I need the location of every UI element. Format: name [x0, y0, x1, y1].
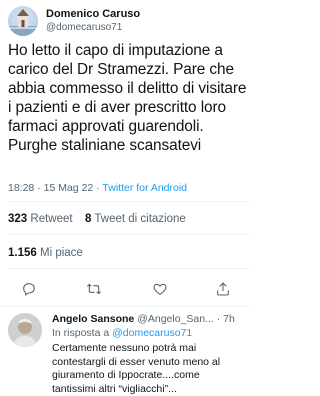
retweets-label: Retweet — [30, 213, 73, 225]
reply-author-handle[interactable]: @Angelo_San... — [137, 313, 214, 325]
like-icon — [153, 283, 167, 295]
divider — [8, 201, 250, 202]
retweet-icon — [86, 283, 102, 295]
reply-author-name[interactable]: Angelo Sansone — [52, 313, 134, 325]
quotes-label: Tweet di citazione — [94, 213, 186, 225]
divider — [8, 234, 250, 235]
tweet-actions — [0, 277, 250, 303]
meta-separator: · — [96, 182, 100, 194]
reply-header: Angelo Sansone @Angelo_San... · 7h — [52, 313, 248, 326]
reply-tweet[interactable]: Angelo Sansone @Angelo_San... · 7h In ri… — [0, 313, 250, 396]
retweets-stat[interactable]: 323 Retweet — [8, 213, 76, 225]
retweet-button[interactable] — [82, 277, 106, 301]
reply-button[interactable] — [17, 277, 41, 301]
likes-count: 1.156 — [8, 247, 37, 259]
likes-stat[interactable]: 1.156 Mi piace — [8, 247, 83, 259]
meta-separator: · — [37, 182, 41, 194]
reply-author-avatar[interactable] — [8, 313, 42, 347]
like-button[interactable] — [148, 277, 172, 301]
likes-label: Mi piace — [39, 247, 83, 259]
reply-time-separator: · — [216, 313, 221, 325]
tweet-detail-page: Domenico Caruso @domecaruso71 Ho letto i… — [0, 0, 250, 396]
author-avatar[interactable] — [8, 6, 38, 36]
quotes-count: 8 — [84, 213, 92, 225]
reply-text: Certamente nessuno potrà mai contestargl… — [52, 342, 221, 395]
tweet-date[interactable]: 15 Mag 22 — [44, 182, 94, 194]
author-handle[interactable]: @domecaruso71 — [46, 22, 122, 34]
retweets-count: 323 — [8, 213, 28, 225]
quotes-stat[interactable]: 8 Tweet di citazione — [85, 213, 186, 225]
divider — [0, 306, 250, 307]
tweet-source[interactable]: Twitter for Android — [102, 182, 187, 194]
engagement-stats: 323 Retweet 8 Tweet di citazione — [8, 213, 186, 225]
tweet-time[interactable]: 18:28 — [8, 182, 34, 194]
tweet-header: Domenico Caruso @domecaruso71 — [8, 4, 246, 38]
in-reply-handle[interactable]: @domecaruso71 — [112, 327, 192, 339]
divider — [8, 268, 250, 269]
share-button[interactable] — [211, 277, 235, 301]
reply-context: In risposta a @domecaruso71 — [52, 327, 192, 340]
reply-time[interactable]: 7h — [223, 313, 235, 325]
tweet-meta: 18:28 · 15 Mag 22 · Twitter for Android — [8, 182, 187, 194]
tweet-text: Ho letto il capo di imputazione a carico… — [8, 42, 247, 154]
share-icon — [217, 282, 229, 296]
author-name[interactable]: Domenico Caruso — [46, 8, 140, 21]
in-reply-label: In risposta a — [52, 327, 110, 339]
reply-icon — [23, 283, 35, 296]
